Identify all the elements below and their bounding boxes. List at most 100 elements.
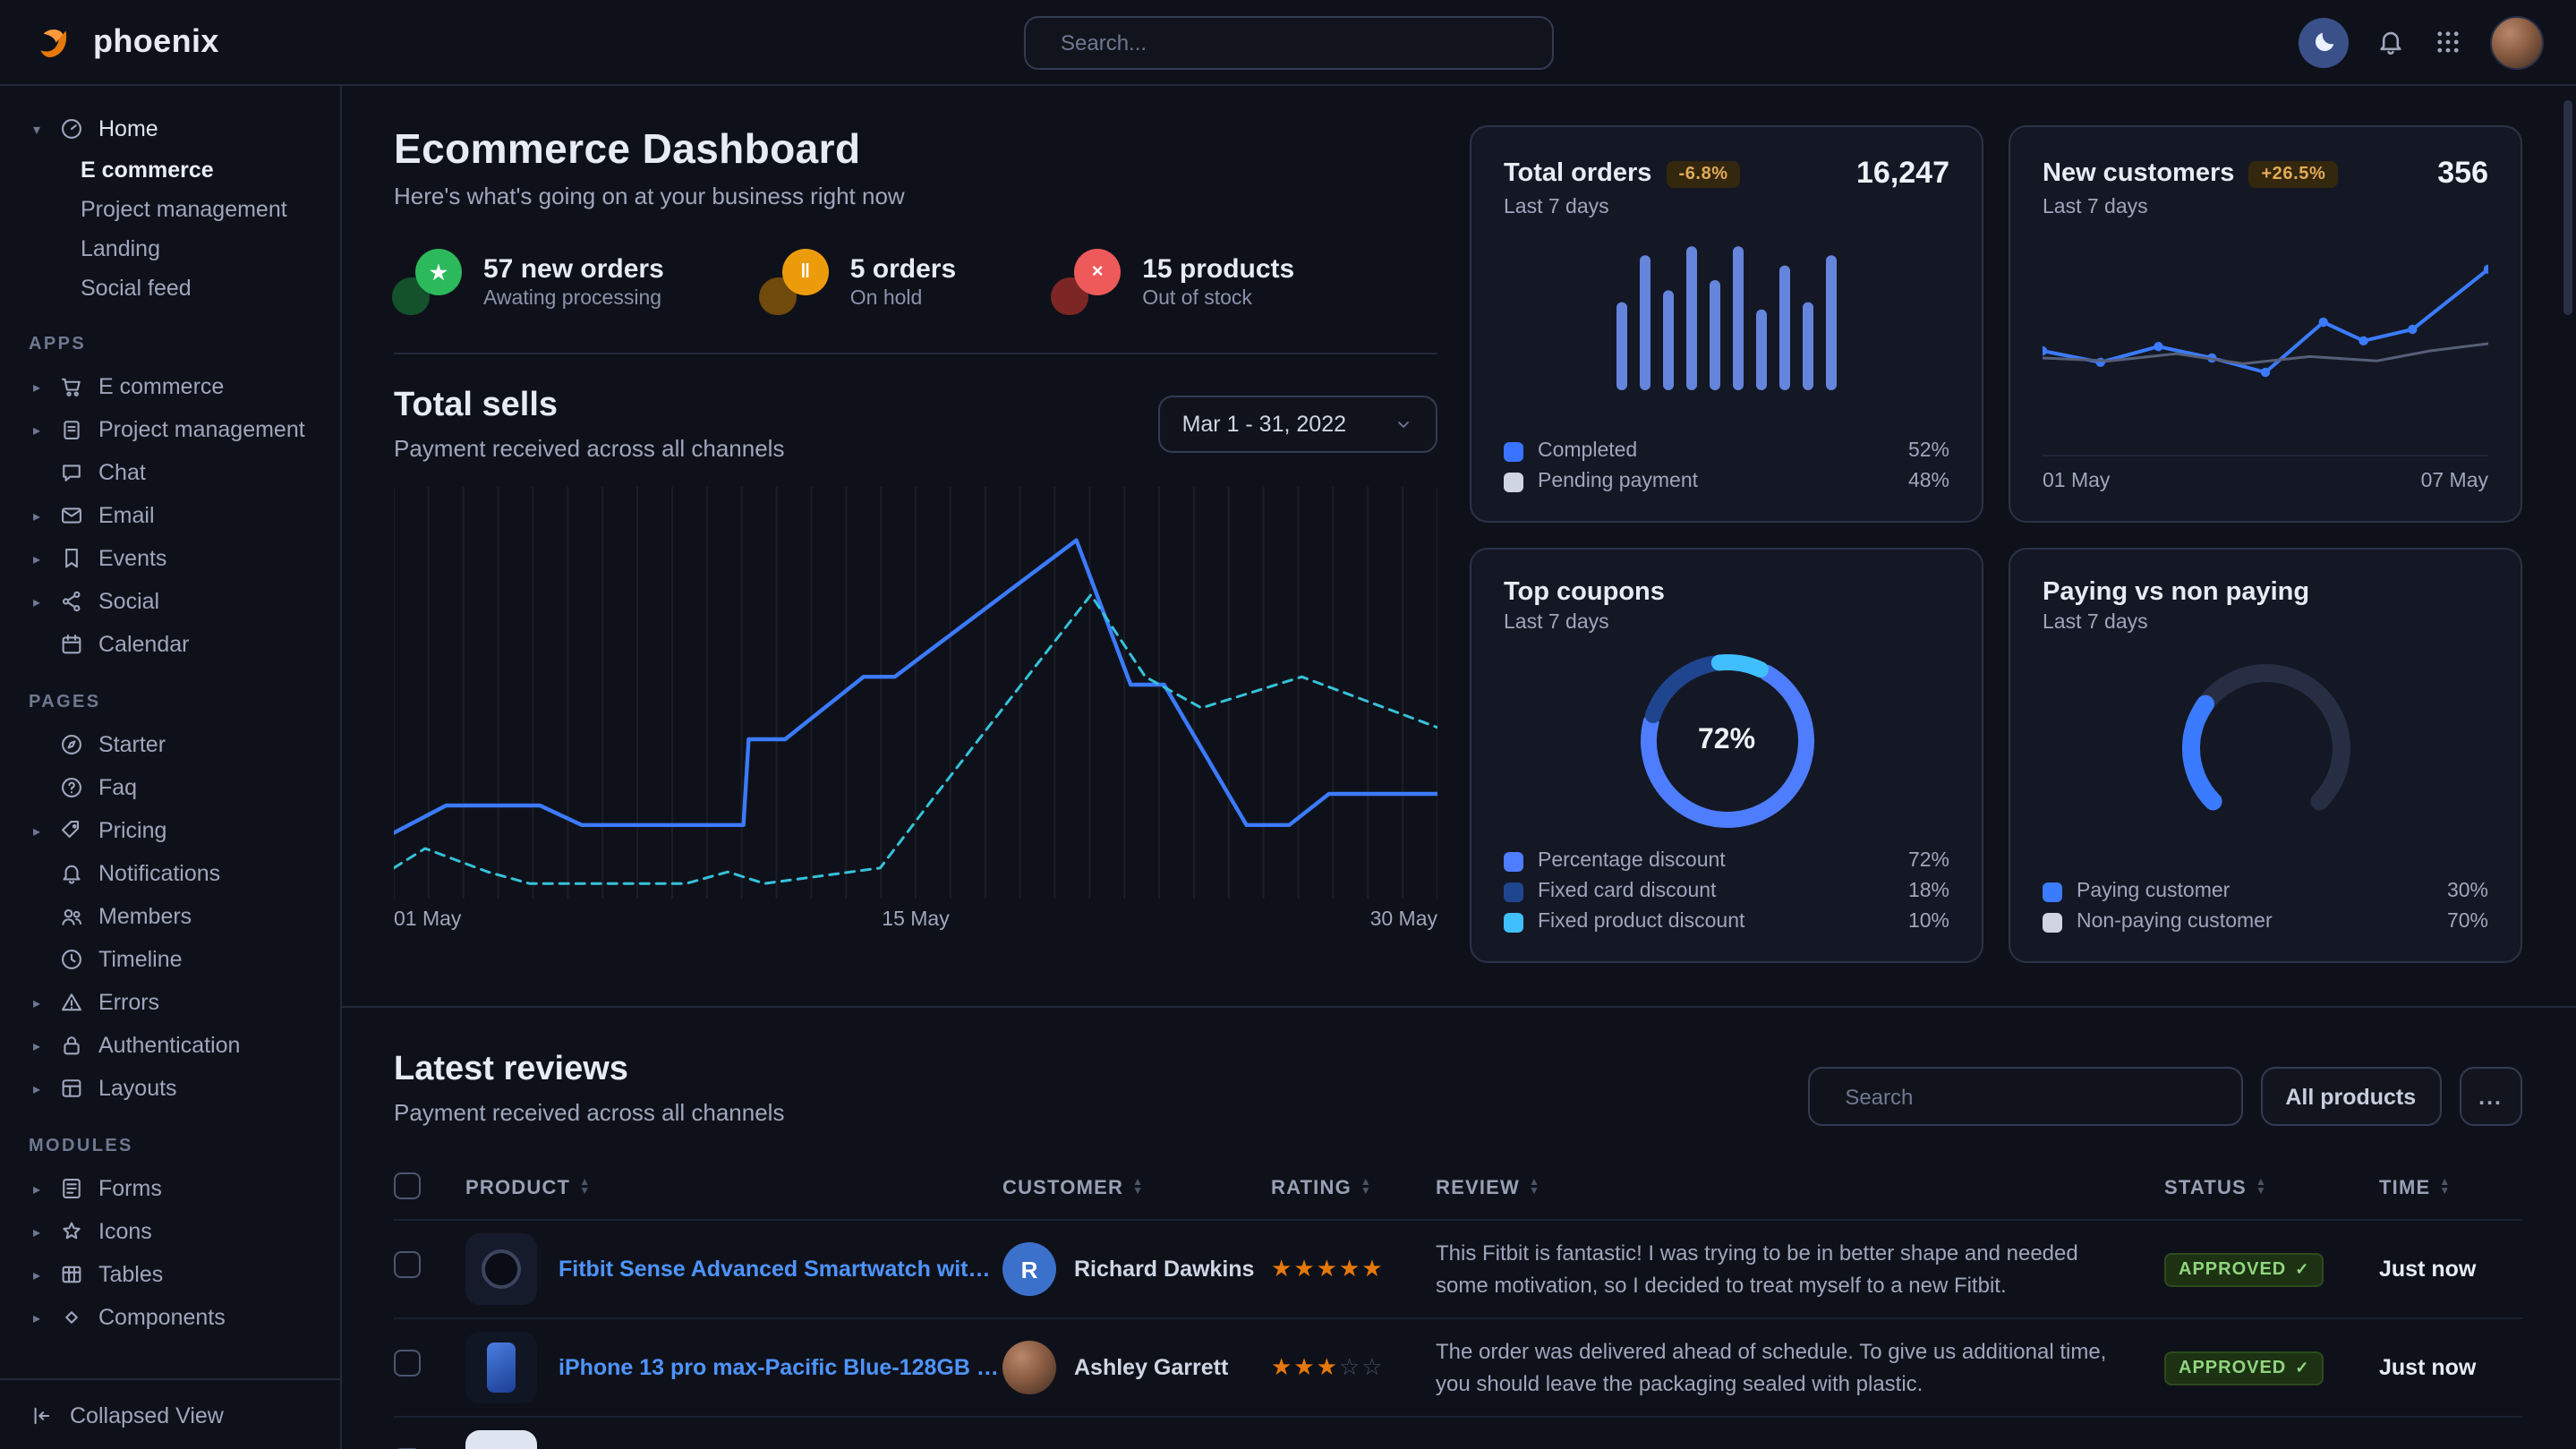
product-link[interactable]: iPhone 13 pro max-Pacific Blue-128GB sto… bbox=[559, 1355, 1002, 1380]
rating-stars: ★★★☆☆ bbox=[1271, 1353, 1436, 1382]
sidebar-item-chat[interactable]: Chat bbox=[0, 451, 340, 494]
app-root: phoenix ▾HomeE commerceProject managemen… bbox=[0, 0, 2576, 1449]
check-icon: ✓ bbox=[2295, 1260, 2309, 1280]
sidebar-item-starter[interactable]: Starter bbox=[0, 723, 340, 766]
apps-menu-button[interactable] bbox=[2433, 27, 2463, 57]
sidebar-item-label: Starter bbox=[98, 732, 166, 757]
collapse-icon bbox=[29, 1402, 54, 1428]
card-title: Top coupons bbox=[1504, 578, 1665, 607]
close-stat-icon: × bbox=[1053, 249, 1121, 313]
sidebar-item-project-management[interactable]: ▸Project management bbox=[0, 408, 340, 451]
sidebar-item-label: Errors bbox=[98, 990, 159, 1015]
date-range-value: Mar 1 - 31, 2022 bbox=[1182, 412, 1346, 437]
sidebar-subitem-e-commerce[interactable]: E commerce bbox=[0, 150, 340, 190]
phoenix-logo-icon bbox=[32, 20, 77, 64]
total-sells-title: Total sells bbox=[394, 387, 784, 426]
column-header-status[interactable]: STATUS ▲▼ bbox=[2164, 1178, 2379, 1199]
select-all-checkbox[interactable] bbox=[394, 1172, 421, 1199]
sidebar-item-authentication[interactable]: ▸Authentication bbox=[0, 1024, 340, 1067]
sidebar-item-forms[interactable]: ▸Forms bbox=[0, 1167, 340, 1210]
sidebar-item-icons[interactable]: ▸Icons bbox=[0, 1210, 340, 1253]
stat-glyph: ★ bbox=[415, 249, 462, 295]
sidebar-item-social[interactable]: ▸Social bbox=[0, 580, 340, 623]
sidebar-item-home[interactable]: ▾Home bbox=[0, 107, 340, 150]
legend-item: Completed 52% bbox=[1504, 440, 1949, 462]
product-thumbnail bbox=[465, 1233, 537, 1305]
column-header-product[interactable]: PRODUCT ▲▼ bbox=[465, 1178, 1002, 1199]
card-period: Last 7 days bbox=[1504, 197, 1949, 218]
all-products-button[interactable]: All products bbox=[2260, 1067, 2441, 1126]
top-coupons-donut-area: 72% bbox=[1637, 652, 1816, 831]
card-title: Paying vs non paying bbox=[2043, 578, 2309, 607]
sidebar-item-label: Calendar bbox=[98, 632, 189, 657]
sidebar-item-faq[interactable]: Faq bbox=[0, 766, 340, 809]
stat-value: 57 new orders bbox=[483, 253, 664, 284]
caret-right-icon: ▸ bbox=[29, 1037, 45, 1053]
sidebar-item-members[interactable]: Members bbox=[0, 895, 340, 938]
bell-icon bbox=[59, 861, 84, 886]
row-checkbox[interactable] bbox=[394, 1251, 421, 1278]
user-avatar[interactable] bbox=[2490, 15, 2544, 69]
reviews-search-input[interactable] bbox=[1845, 1084, 2219, 1109]
puzzle-icon bbox=[59, 1305, 84, 1330]
caret-right-icon: ▸ bbox=[29, 379, 45, 395]
star-icon: ★ bbox=[1293, 1353, 1316, 1380]
reviews-title: Latest reviews bbox=[394, 1051, 784, 1090]
page-scrollbar[interactable] bbox=[2563, 100, 2572, 315]
star-icon: ★ bbox=[1317, 1255, 1339, 1282]
sidebar-item-calendar[interactable]: Calendar bbox=[0, 623, 340, 666]
caret-right-icon: ▸ bbox=[29, 1266, 45, 1283]
paying-vs-nonpaying-card: Paying vs non paying Last 7 days Paying … bbox=[2009, 548, 2522, 963]
help-icon bbox=[59, 775, 84, 800]
sort-icon: ▲▼ bbox=[1132, 1180, 1144, 1198]
caret-right-icon: ▸ bbox=[29, 550, 45, 567]
sidebar-item-e-commerce[interactable]: ▸E commerce bbox=[0, 365, 340, 408]
collapsed-view-toggle[interactable]: Collapsed View bbox=[0, 1378, 340, 1449]
rating-stars: ★★★★★ bbox=[1271, 1255, 1436, 1283]
theme-toggle[interactable] bbox=[2299, 17, 2349, 67]
sidebar-item-tables[interactable]: ▸Tables bbox=[0, 1253, 340, 1296]
x-tick: 07 May bbox=[2421, 471, 2488, 492]
column-header-rating[interactable]: RATING ▲▼ bbox=[1271, 1178, 1436, 1199]
customer-name: Richard Dawkins bbox=[1074, 1257, 1254, 1282]
sidebar-item-layouts[interactable]: ▸Layouts bbox=[0, 1067, 340, 1110]
sidebar-item-notifications[interactable]: Notifications bbox=[0, 852, 340, 895]
notifications-button[interactable] bbox=[2376, 27, 2406, 57]
sidebar-subitem-social-feed[interactable]: Social feed bbox=[0, 268, 340, 308]
row-checkbox[interactable] bbox=[394, 1350, 421, 1377]
column-header-review[interactable]: REVIEW ▲▼ bbox=[1436, 1178, 2164, 1199]
sidebar-item-email[interactable]: ▸Email bbox=[0, 494, 340, 537]
more-options-button[interactable]: ... bbox=[2459, 1067, 2522, 1126]
caret-right-icon: ▸ bbox=[29, 1080, 45, 1096]
legend-item: Percentage discount 72% bbox=[1504, 850, 1949, 872]
sidebar-item-components[interactable]: ▸Components bbox=[0, 1296, 340, 1339]
chevron-down-icon bbox=[1393, 413, 1414, 435]
legend-item: Pending payment 48% bbox=[1504, 471, 1949, 492]
new-customers-x-axis: 01 May 07 May bbox=[2043, 455, 2488, 492]
legend-item: Fixed card discount 18% bbox=[1504, 881, 1949, 902]
search-input[interactable] bbox=[1061, 30, 1530, 55]
layout-icon bbox=[59, 1076, 84, 1101]
global-search[interactable] bbox=[1023, 15, 1553, 69]
sidebar-item-errors[interactable]: ▸Errors bbox=[0, 981, 340, 1024]
product-thumbnail bbox=[465, 1332, 537, 1403]
sidebar-subitem-project-management[interactable]: Project management bbox=[0, 190, 340, 229]
sort-icon: ▲▼ bbox=[1361, 1180, 1372, 1198]
date-range-select[interactable]: Mar 1 - 31, 2022 bbox=[1159, 396, 1437, 453]
sidebar-subitem-landing[interactable]: Landing bbox=[0, 229, 340, 268]
sidebar-item-events[interactable]: ▸Events bbox=[0, 537, 340, 580]
sidebar-item-pricing[interactable]: ▸Pricing bbox=[0, 809, 340, 852]
product-link[interactable]: Fitbit Sense Advanced Smartwatch with To… bbox=[559, 1257, 1002, 1282]
column-header-customer[interactable]: CUSTOMER ▲▼ bbox=[1002, 1178, 1271, 1199]
sidebar-item-timeline[interactable]: Timeline bbox=[0, 938, 340, 981]
brand[interactable]: phoenix bbox=[32, 20, 219, 64]
star-icon: ★ bbox=[1317, 1353, 1339, 1380]
reviews-search[interactable] bbox=[1807, 1067, 2242, 1126]
column-header-time[interactable]: TIME ▲▼ bbox=[2379, 1178, 2522, 1199]
stat-glyph: ‖ bbox=[782, 249, 829, 295]
stat-value: 15 products bbox=[1142, 253, 1294, 284]
tag-icon bbox=[59, 818, 84, 843]
grid-menu-icon bbox=[2433, 27, 2463, 57]
review-text: This Fitbit is fantastic! I was trying t… bbox=[1436, 1237, 2164, 1301]
card-title: New customers bbox=[2043, 159, 2234, 188]
